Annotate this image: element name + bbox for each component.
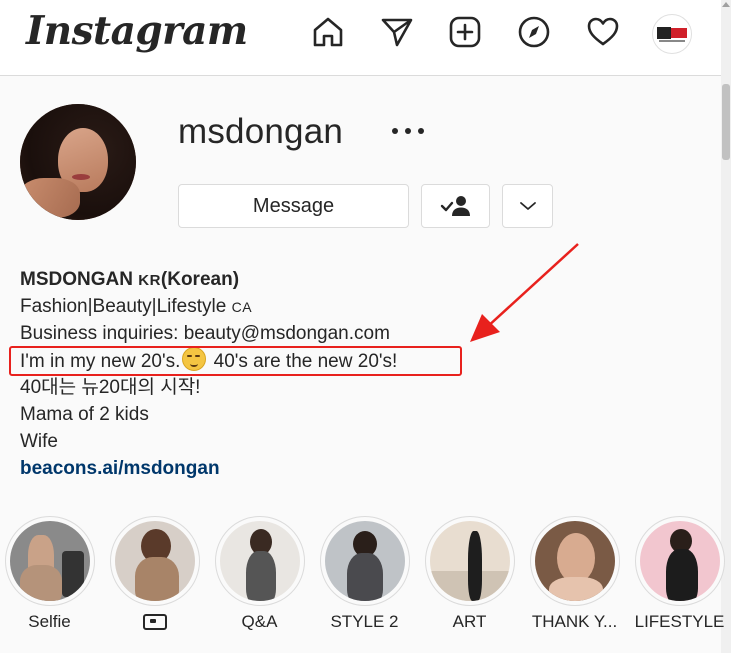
- highlight-cover-figure: [61, 551, 84, 597]
- highlight-selfie[interactable]: Selfie: [2, 516, 97, 632]
- bio-full-name: MSDONGAN KR(Korean): [20, 266, 540, 293]
- highlight-art[interactable]: ART: [422, 516, 517, 632]
- bio-line-text: Fashion|Beauty|Lifestyle: [20, 296, 227, 317]
- highlight-cover: [639, 521, 720, 601]
- bio-line: 40대는 뉴20대의 시작!: [20, 377, 201, 398]
- highlight-cover-figure: [245, 551, 276, 601]
- avatar-logo-mark: [671, 28, 687, 38]
- highlight-label: [107, 612, 202, 633]
- country-code-kr: KR: [138, 272, 161, 289]
- highlight-ring: [634, 516, 725, 606]
- following-button[interactable]: [421, 184, 490, 228]
- chevron-down-icon: [519, 202, 536, 210]
- highlight-video[interactable]: [107, 516, 202, 633]
- highlight-cover-figure: [548, 577, 603, 601]
- highlight-cover: [219, 521, 300, 601]
- highlight-cover: [429, 521, 510, 601]
- full-name-text: MSDONGAN: [20, 269, 133, 290]
- bio-line: Business inquiries: beauty@msdongan.com: [20, 323, 390, 344]
- highlight-cover: [114, 521, 195, 601]
- highlight-cover-figure: [556, 533, 595, 583]
- highlight-label: Q&A: [241, 612, 278, 631]
- highlight-cover-figure: [134, 557, 179, 601]
- highlight-ring: [529, 516, 620, 606]
- bio-line-text: 40's are the new 20's!: [213, 351, 398, 372]
- instagram-logo[interactable]: Instagram: [26, 8, 248, 54]
- suggested-accounts-button[interactable]: [502, 184, 553, 228]
- profile-bio: MSDONGAN KR(Korean) Fashion|Beauty|Lifes…: [20, 266, 540, 482]
- highlight-cover: [534, 521, 615, 601]
- highlight-thank-you[interactable]: THANK Y...: [527, 516, 622, 632]
- user-check-icon: [440, 196, 470, 216]
- highlight-ring: [4, 516, 95, 606]
- highlight-qa[interactable]: Q&A: [212, 516, 307, 632]
- highlight-label: THANK Y...: [531, 612, 618, 631]
- highlight-cover: [9, 521, 90, 601]
- highlight-ring: [319, 516, 410, 606]
- highlight-cover: [324, 521, 405, 601]
- bio-line: Mama of 2 kids: [20, 404, 149, 425]
- highlight-label: LIFESTYLE: [634, 612, 725, 631]
- direct-message-icon[interactable]: [379, 14, 415, 50]
- highlight-style-2[interactable]: STYLE 2: [317, 516, 412, 632]
- highlight-ring: [214, 516, 305, 606]
- profile-picture-arm: [20, 178, 80, 218]
- highlight-cover-figure: [346, 553, 383, 601]
- top-navigation-bar: Instagram: [0, 0, 721, 76]
- highlight-lifestyle[interactable]: LIFESTYLE: [632, 516, 727, 632]
- highlight-label: STYLE 2: [330, 612, 399, 631]
- profile-picture[interactable]: [20, 104, 136, 220]
- avatar-logo-mark: [659, 40, 685, 42]
- profile-avatar[interactable]: [652, 14, 692, 54]
- highlight-cover-figure: [19, 565, 62, 601]
- highlight-cover-figure: [665, 549, 698, 601]
- bio-link-line: beacons.ai/msdongan: [20, 455, 540, 482]
- highlight-ring: [109, 516, 200, 606]
- bio-line-highlighted: I'm in my new 20's. 40's are the new 20'…: [20, 347, 540, 374]
- full-name-suffix: (Korean): [160, 269, 240, 290]
- video-icon: [142, 614, 167, 630]
- scrollbar-thumb[interactable]: [722, 84, 730, 160]
- highlight-cover-figure: [467, 531, 482, 601]
- smirk-emoji-icon: [182, 347, 207, 371]
- message-button[interactable]: Message: [178, 184, 409, 228]
- more-options-icon[interactable]: [390, 118, 426, 146]
- home-icon[interactable]: [310, 14, 346, 50]
- bio-line-text: I'm in my new 20's.: [20, 351, 181, 372]
- bio-website-link[interactable]: beacons.ai/msdongan: [20, 458, 220, 479]
- new-post-icon[interactable]: [447, 14, 483, 50]
- highlight-label: ART: [452, 612, 487, 631]
- explore-icon[interactable]: [516, 14, 552, 50]
- highlight-label: Selfie: [28, 612, 71, 631]
- country-code-ca: CA: [231, 299, 253, 315]
- bio-line: Fashion|Beauty|Lifestyle CA: [20, 293, 540, 320]
- profile-picture-lips: [72, 174, 90, 180]
- avatar-logo-mark: [657, 27, 671, 39]
- highlight-ring: [424, 516, 515, 606]
- scroll-up-arrow-icon[interactable]: [722, 2, 730, 7]
- profile-username: msdongan: [178, 112, 344, 151]
- bio-line: Wife: [20, 431, 58, 452]
- activity-heart-icon[interactable]: [585, 14, 621, 50]
